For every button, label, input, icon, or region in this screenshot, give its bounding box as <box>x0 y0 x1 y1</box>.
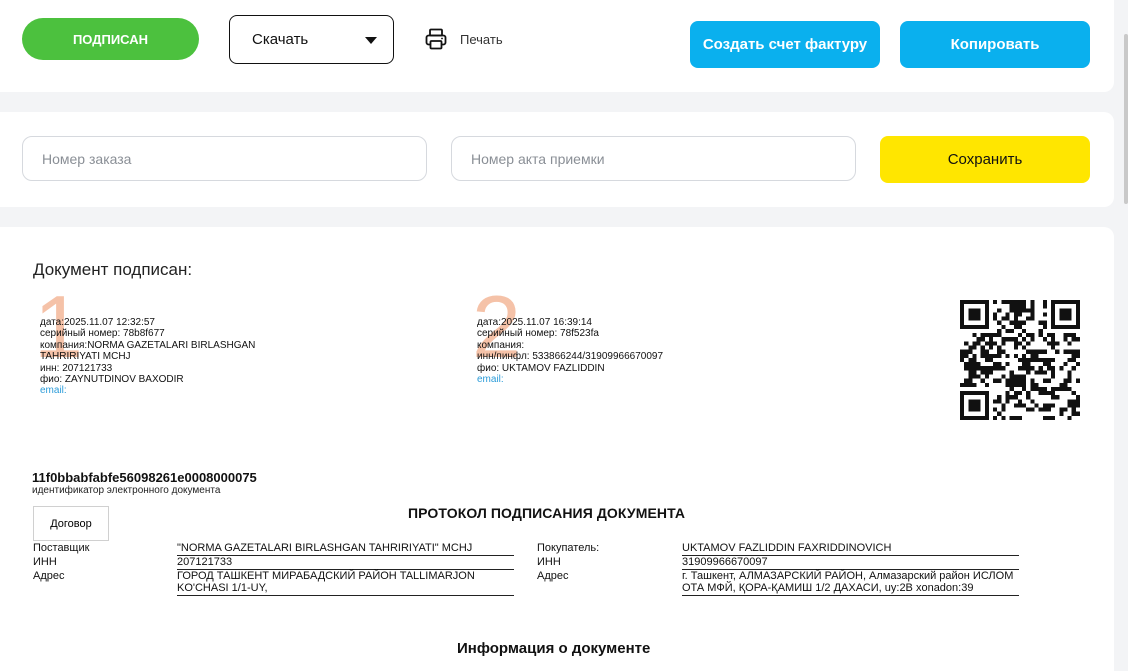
supplier-label: Поставщик <box>33 542 90 554</box>
signature-line: компания: <box>477 339 525 351</box>
save-button[interactable]: Сохранить <box>880 136 1090 183</box>
copy-button[interactable]: Копировать <box>900 21 1090 68</box>
print-button[interactable]: Печать <box>424 26 503 52</box>
supplier-address: ГОРОД ТАШКЕНТ МИРАБАДСКИЙ РАЙОН TALLIMAR… <box>177 570 514 596</box>
download-select-value: Скачать <box>252 31 309 48</box>
protocol-title: ПРОТОКОЛ ПОДПИСАНИЯ ДОКУМЕНТА <box>408 505 686 521</box>
buyer-name: UKTAMOV FAZLIDDIN FAXRIDDINOVICH <box>682 542 1019 556</box>
buyer-inn-label: ИНН <box>537 556 561 568</box>
buyer-label: Покупатель: <box>537 542 600 554</box>
signature-line: фио: ZAYNUTDINOV BAXODIR <box>40 374 184 386</box>
supplier-inn: 207121733 <box>177 556 514 570</box>
caret-down-icon <box>365 37 377 44</box>
document-info-title: Информация о документе <box>457 640 651 657</box>
signature-email: email: <box>40 385 67 397</box>
contract-button[interactable]: Договор <box>33 506 109 541</box>
buyer-inn: 31909966670097 <box>682 556 1019 570</box>
act-number-input[interactable] <box>451 136 856 181</box>
signature-line: серийный номер: 78f523fa <box>477 328 599 340</box>
buyer-address-label: Адрес <box>537 570 569 582</box>
supplier-address-label: Адрес <box>33 570 65 582</box>
printer-icon <box>425 28 447 50</box>
signature-line: TAHRIRIYATI MCHJ <box>40 351 131 363</box>
create-invoice-button[interactable]: Создать счет фактуру <box>690 21 880 68</box>
qr-code <box>960 300 1080 420</box>
download-select[interactable]: Скачать <box>229 15 394 64</box>
signature-email: email: <box>477 374 504 386</box>
signed-status-button[interactable]: ПОДПИСАН <box>22 18 199 60</box>
document-id: 11f0bbabfabfe56098261e0008000075 <box>32 470 257 485</box>
order-number-input[interactable] <box>22 136 427 181</box>
signature-info-1: дата:2025.11.07 12:32:57 серийный номер:… <box>40 317 255 397</box>
supplier-inn-label: ИНН <box>33 556 57 568</box>
document-card: Документ подписан: 1 дата:2025.11.07 12:… <box>0 227 1114 671</box>
signature-line: компания:NORMA GAZETALARI BIRLASHGAN <box>40 339 256 351</box>
signature-line: фио: UKTAMOV FAZLIDDIN <box>477 362 605 374</box>
document-id-label: идентификатор электронного документа <box>32 485 221 496</box>
buyer-address: г. Ташкент, АЛМАЗАРСКИЙ РАЙОН, Алмазарск… <box>682 570 1019 596</box>
order-form: Сохранить <box>0 112 1114 207</box>
signature-line: дата:2025.11.07 12:32:57 <box>40 317 155 328</box>
signature-line: серийный номер: 78b8f677 <box>40 328 165 340</box>
supplier-name: "NORMA GAZETALARI BIRLASHGAN TAHRIRIYATI… <box>177 542 514 556</box>
print-label: Печать <box>460 31 503 47</box>
toolbar: ПОДПИСАН Скачать Печать Создать счет фак… <box>0 0 1114 92</box>
signature-line: инн: 207121733 <box>40 362 113 374</box>
page-scrollbar[interactable] <box>1124 34 1128 204</box>
signature-line: инн/пинфл: 533866244/31909966670097 <box>477 351 664 363</box>
signature-info-2: дата:2025.11.07 16:39:14 серийный номер:… <box>477 317 663 385</box>
signature-line: дата:2025.11.07 16:39:14 <box>477 317 592 328</box>
